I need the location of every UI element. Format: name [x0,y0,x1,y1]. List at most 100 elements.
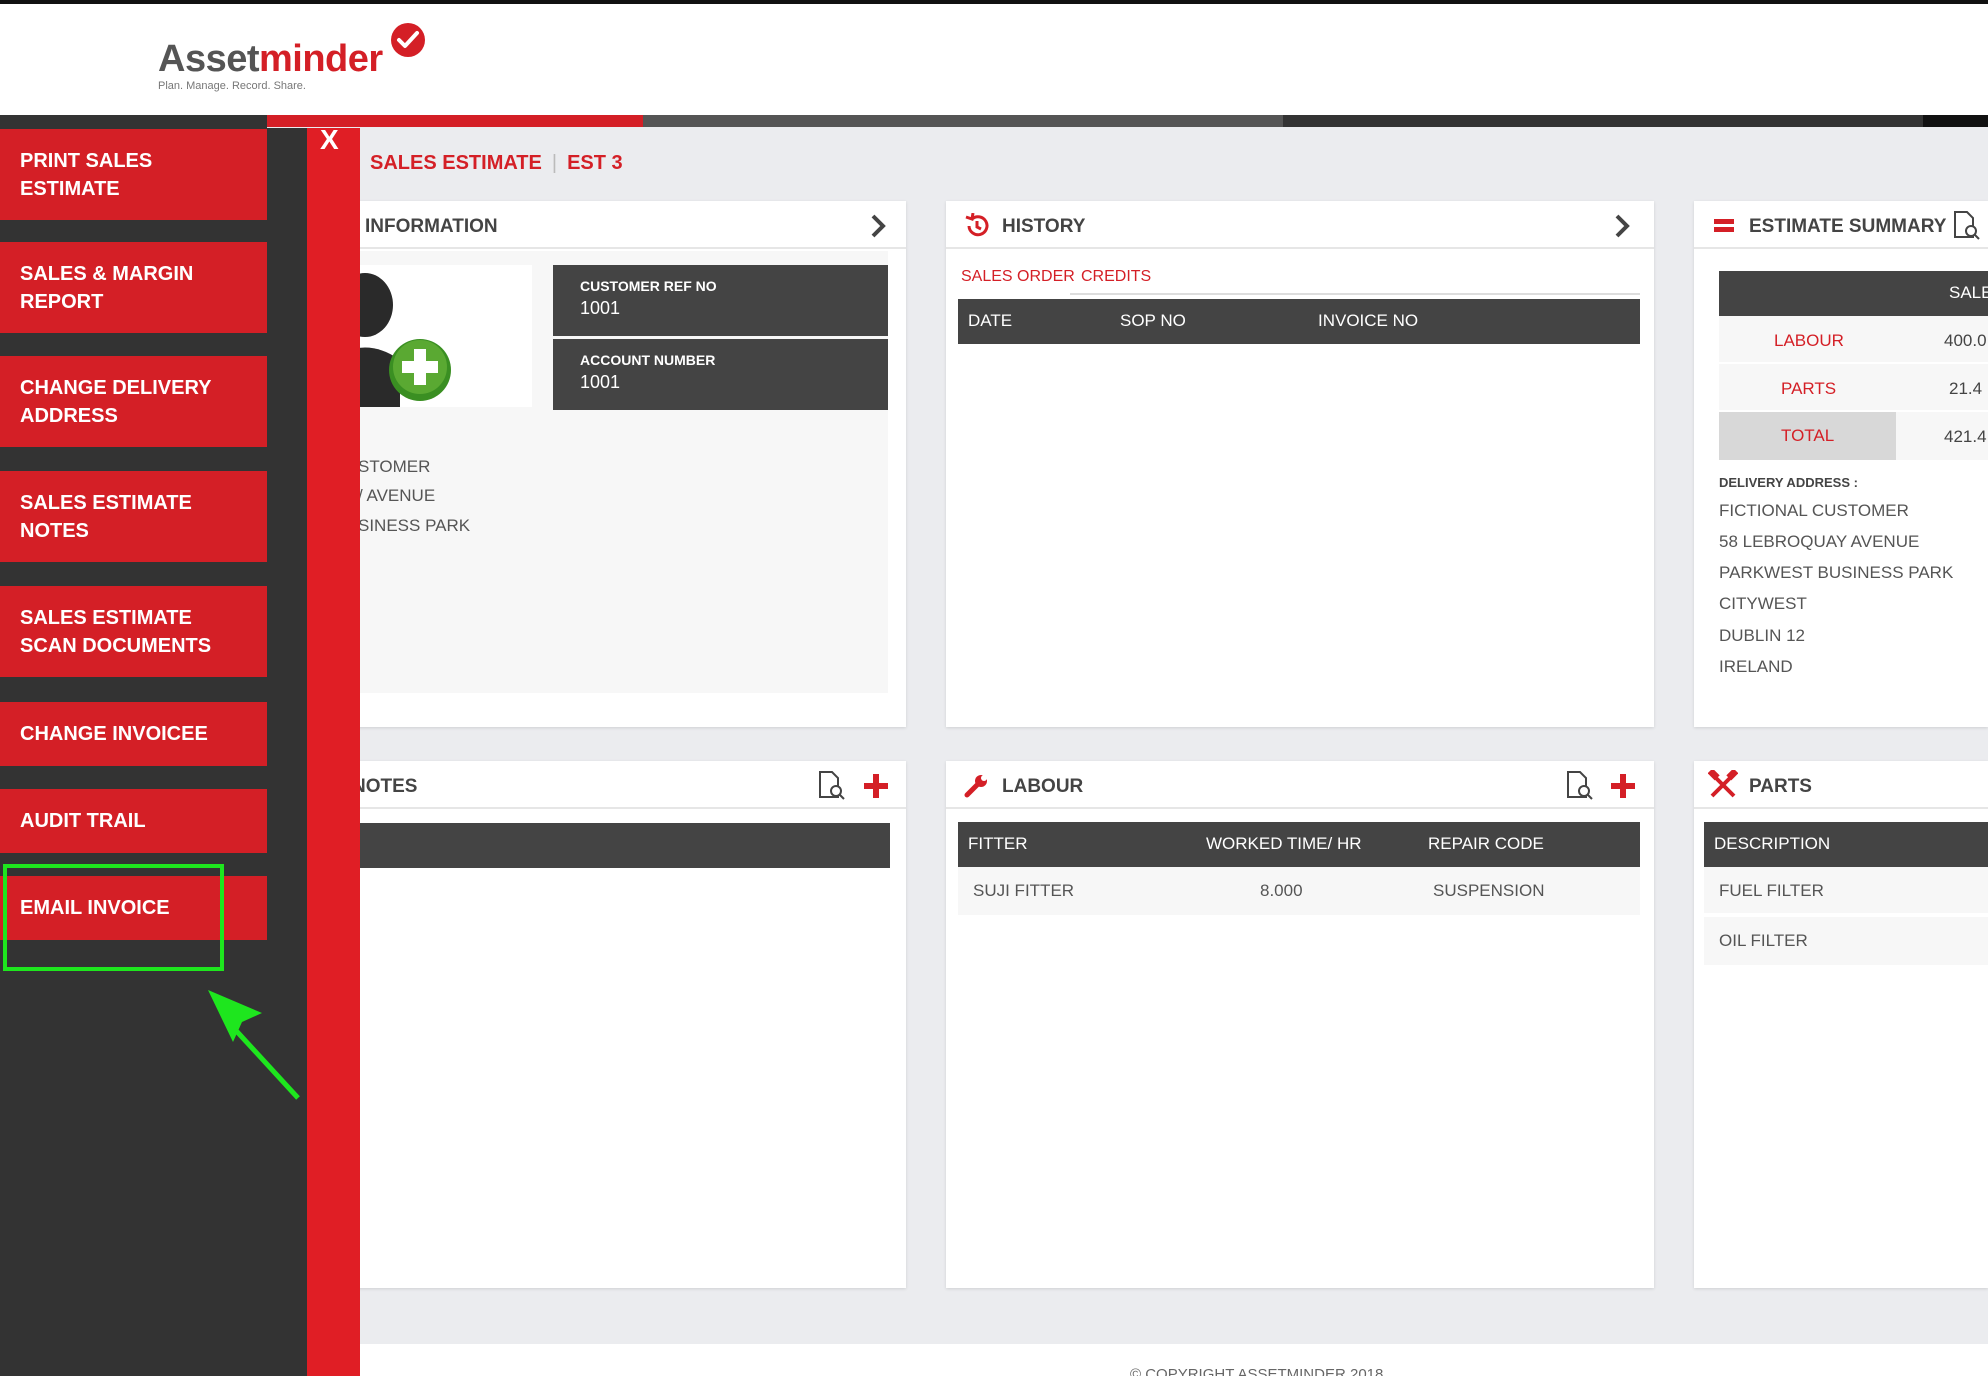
menu-label: CHANGE INVOICEE [20,723,208,745]
part-description-cell: OIL FILTER [1719,931,1808,950]
parts-panel: PARTS DESCRIPTION FUEL FILTER OIL FILTER [1694,761,1988,1288]
address-line-1: STOMER [358,457,431,476]
logo-text-asset: Asset [158,38,260,80]
parts-header: PARTS [1694,761,1988,809]
menu-label-line2: ADDRESS [20,404,118,427]
summary-row-total: TOTAL 421.4 [1719,412,1988,460]
menu-label-line2: REPORT [20,290,104,313]
labour-header: LABOUR [946,761,1654,809]
menu-label-line2: NOTES [20,519,89,542]
information-title: INFORMATION [365,216,498,237]
add-icon[interactable] [1610,773,1636,799]
document-search-icon[interactable] [1951,210,1981,240]
copyright-text: © COPYRIGHT ASSETMINDER 2018 [1130,1366,1384,1376]
summary-table-header: SALE [1719,271,1988,316]
account-number-box: ACCOUNT NUMBER 1001 [553,339,888,410]
labour-time-cell: 8.000 [1260,881,1303,900]
menu-label-line1: PRINT SALES [20,149,153,172]
labour-table-header: FITTER WORKED TIME/ HR REPAIR CODE [958,822,1640,867]
summary-row-parts: PARTS 21.4 [1719,364,1988,412]
sales-margin-report-button[interactable]: SALES & MARGIN REPORT [0,242,267,333]
app-header: Assetminder Plan. Manage. Record. Share. [0,4,1988,115]
column-repair-code: REPAIR CODE [1428,834,1544,853]
column-invoice-no: INVOICE NO [1318,311,1419,330]
column-description: DESCRIPTION [1714,834,1831,853]
labour-code-cell: SUSPENSION [1433,881,1545,900]
assetminder-logo[interactable]: Assetminder Plan. Manage. Record. Share. [158,23,438,98]
menu-label-line2: SCAN DOCUMENTS [20,634,212,657]
account-number-value: 1001 [580,372,621,392]
table-row[interactable]: SUJI FITTER 8.000 SUSPENSION [958,867,1640,915]
history-header: HISTORY [946,201,1654,249]
breadcrumb-separator: | [551,152,558,174]
history-title: HISTORY [1002,216,1086,237]
notes-panel: NOTES [340,761,906,1288]
progress-stripe [0,115,1988,127]
part-description-cell: FUEL FILTER [1719,881,1824,900]
customer-avatar[interactable] [340,265,532,407]
customer-ref-label: CUSTOMER REF NO [580,278,717,294]
document-search-icon[interactable] [1564,770,1594,800]
delivery-line-6: IRELAND [1719,657,1793,676]
change-invoicee-button[interactable]: CHANGE INVOICEE [0,702,267,766]
arrow-pointer-icon [208,990,300,1100]
print-sales-estimate-button[interactable]: PRINT SALES ESTIMATE [0,129,267,220]
chevron-right-icon[interactable] [865,213,891,239]
tools-icon [1708,770,1738,798]
history-panel: HISTORY SALES ORDER CREDITS DATE SOP NO … [946,201,1654,727]
chevron-right-icon[interactable] [1609,213,1635,239]
checkmark-icon [391,23,425,57]
tab-credits[interactable]: CREDITS [1081,268,1151,286]
history-table-header: DATE SOP NO INVOICE NO [958,299,1640,344]
summary-list-icon [1714,219,1734,232]
sidebar-gutter [267,128,307,1376]
menu-label-line1: SALES ESTIMATE [20,491,192,514]
sidebar-close-bar[interactable] [307,128,360,1376]
tab-sales-order[interactable]: SALES ORDER [961,268,1075,286]
column-fitter: FITTER [968,834,1028,853]
estimate-summary-title: ESTIMATE SUMMARY [1749,216,1947,237]
sales-estimate-scan-documents-button[interactable]: SALES ESTIMATE SCAN DOCUMENTS [0,586,267,677]
breadcrumb: SALES ESTIMATE | EST 3 [370,152,623,175]
labour-title: LABOUR [1002,776,1084,797]
customer-ref-box: CUSTOMER REF NO 1001 [553,265,888,336]
delivery-line-2: 58 LEBROQUAY AVENUE [1719,532,1920,551]
menu-label-line1: CHANGE DELIVERY [20,376,212,399]
history-icon [965,213,989,237]
customer-ref-value: 1001 [580,298,621,318]
delivery-line-5: DUBLIN 12 [1719,626,1805,645]
logo-text-minder: minder [259,38,383,80]
change-delivery-address-button[interactable]: CHANGE DELIVERY ADDRESS [0,356,267,447]
footer: © COPYRIGHT ASSETMINDER 2018 [340,1344,1988,1376]
information-header: INFORMATION [340,201,906,249]
labour-fitter-cell: SUJI FITTER [973,881,1075,900]
notes-table-header [340,823,890,868]
address-line-2: / AVENUE [358,486,436,505]
highlight-box [3,864,224,971]
table-row[interactable]: FUEL FILTER [1704,867,1988,915]
summary-value-total: 421.4 [1944,427,1987,446]
avatar-silhouette-icon [340,273,451,407]
breadcrumb-section[interactable]: SALES ESTIMATE [370,152,542,174]
notes-header: NOTES [340,761,906,809]
action-sidebar: PRINT SALES ESTIMATE SALES & MARGIN REPORT… [0,115,267,1376]
parts-title: PARTS [1749,776,1812,797]
summary-label-labour: LABOUR [1774,331,1844,350]
document-search-icon[interactable] [816,770,846,800]
breadcrumb-item: EST 3 [567,152,623,174]
summary-label-total: TOTAL [1781,426,1835,445]
sales-estimate-notes-button[interactable]: SALES ESTIMATE NOTES [0,471,267,562]
logo-tagline: Plan. Manage. Record. Share. [158,80,306,92]
audit-trail-button[interactable]: AUDIT TRAIL [0,789,267,853]
column-worked-time: WORKED TIME/ HR [1206,834,1362,853]
delivery-address-label: DELIVERY ADDRESS : [1719,475,1858,490]
wrench-icon [964,775,987,798]
address-line-3: SINESS PARK [358,516,471,535]
add-icon[interactable] [863,773,889,799]
labour-panel: LABOUR FITTER WORKED TIME/ HR REPAIR COD… [946,761,1654,1288]
delivery-line-3: PARKWEST BUSINESS PARK [1719,563,1954,582]
column-sale: SALE [1949,283,1988,302]
table-row[interactable]: OIL FILTER [1704,917,1988,965]
close-sidebar-button[interactable]: X [320,124,339,156]
column-sop-no: SOP NO [1120,311,1186,330]
